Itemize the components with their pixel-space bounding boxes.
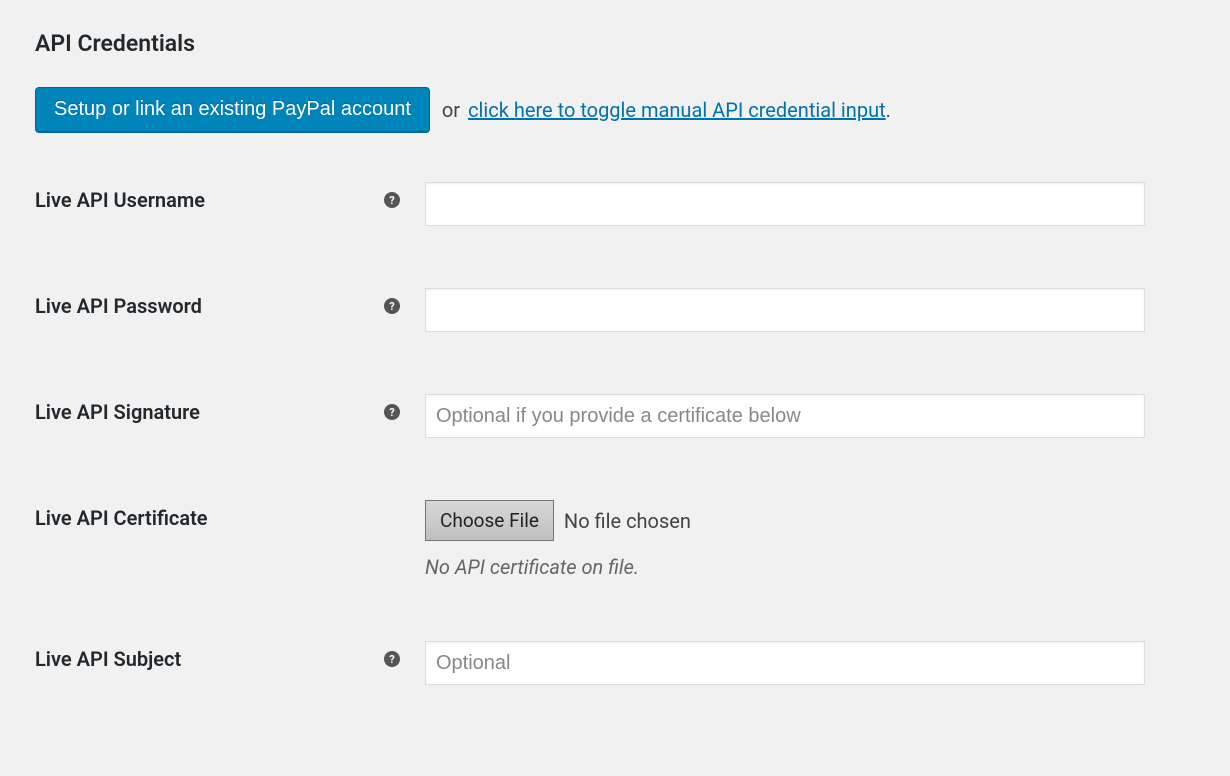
form-row-subject: Live API Subject ? [35, 641, 1195, 685]
help-icon[interactable]: ? [384, 404, 400, 420]
password-input[interactable] [425, 288, 1145, 332]
subject-label: Live API Subject [35, 647, 181, 671]
signature-input[interactable] [425, 394, 1145, 438]
form-row-certificate: Live API Certificate Choose File No file… [35, 500, 1195, 579]
input-col [425, 641, 1145, 685]
signature-label: Live API Signature [35, 400, 200, 424]
choose-file-button[interactable]: Choose File [425, 500, 554, 541]
label-col: Live API Password ? [35, 288, 425, 318]
form-row-password: Live API Password ? [35, 288, 1195, 332]
label-col: Live API Username ? [35, 182, 425, 212]
help-icon[interactable]: ? [384, 192, 400, 208]
section-title: API Credentials [35, 30, 1195, 57]
certificate-label: Live API Certificate [35, 506, 208, 530]
certificate-note: No API certificate on file. [425, 555, 1145, 579]
input-col [425, 182, 1145, 226]
label-col: Live API Subject ? [35, 641, 425, 671]
file-chosen-status: No file chosen [564, 509, 691, 533]
label-col: Live API Signature ? [35, 394, 425, 424]
subject-input[interactable] [425, 641, 1145, 685]
form-row-signature: Live API Signature ? [35, 394, 1195, 438]
input-col [425, 288, 1145, 332]
setup-period: . [886, 98, 891, 122]
form-row-username: Live API Username ? [35, 182, 1195, 226]
input-col: Choose File No file chosen No API certif… [425, 500, 1145, 579]
setup-paypal-button[interactable]: Setup or link an existing PayPal account [35, 87, 430, 132]
file-chooser-row: Choose File No file chosen [425, 500, 1145, 541]
label-col: Live API Certificate [35, 500, 425, 530]
setup-row: Setup or link an existing PayPal account… [35, 87, 1195, 132]
input-col [425, 394, 1145, 438]
help-icon[interactable]: ? [384, 651, 400, 667]
setup-or-text: or [442, 98, 460, 122]
toggle-manual-link[interactable]: click here to toggle manual API credenti… [468, 98, 886, 122]
username-label: Live API Username [35, 188, 205, 212]
username-input[interactable] [425, 182, 1145, 226]
help-icon[interactable]: ? [384, 298, 400, 314]
password-label: Live API Password [35, 294, 202, 318]
